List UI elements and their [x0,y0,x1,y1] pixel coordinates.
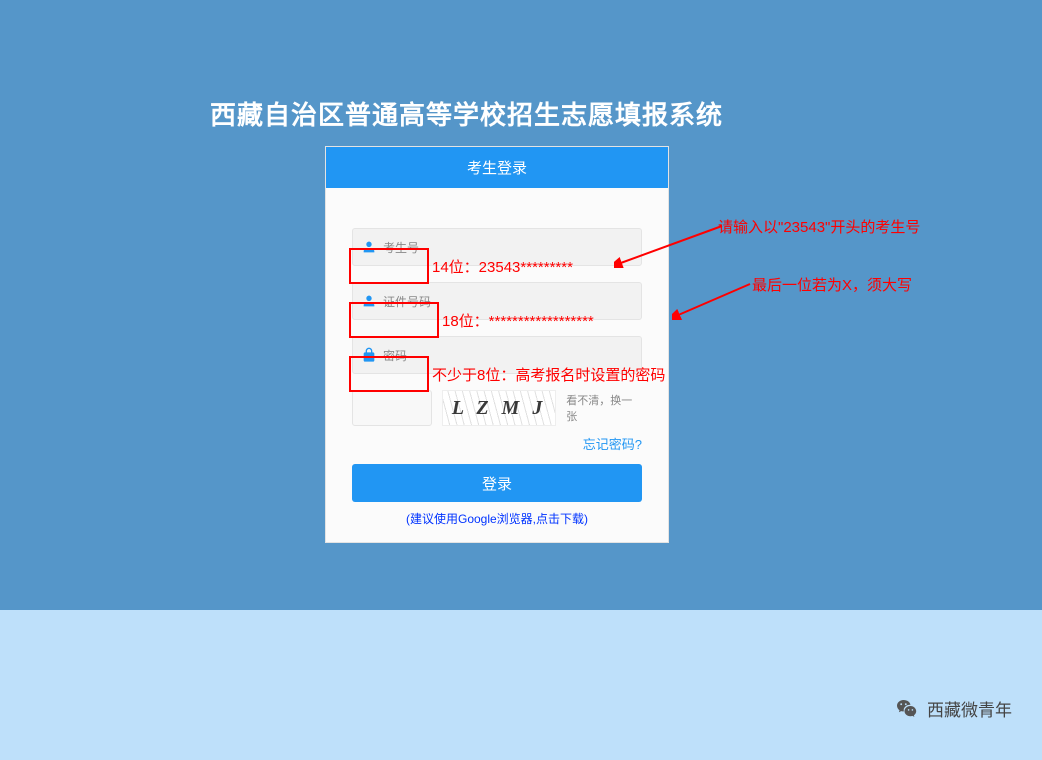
login-box: 考生登录 考生号 证件号码 密码 [325,146,669,543]
login-header: 考生登录 [326,147,668,188]
password-label: 密码 [383,347,407,364]
arrow-to-tip2 [672,280,752,320]
captcha-input[interactable] [352,390,432,426]
wechat-icon [895,697,919,721]
person-icon [361,239,377,255]
annotation-tip1: 请输入以"23543"开头的考生号 [718,216,920,237]
person-icon [361,293,377,309]
password-input[interactable] [407,348,633,363]
annotation-id18: 18位：****************** [442,310,594,331]
annotation-exam14: 14位：23543********* [432,256,573,277]
lock-icon [361,347,377,363]
page-title: 西藏自治区普通高等学校招生志愿填报系统 [210,95,723,132]
captcha-row: L Z M J 看不清，换一张 [352,390,642,426]
browser-hint: (建议使用Google浏览器,点击下载) [352,510,642,528]
forgot-row: 忘记密码? [352,434,642,454]
examinee-input[interactable] [419,240,633,255]
main-panel: 西藏自治区普通高等学校招生志愿填报系统 考生登录 考生号 证件号码 [0,0,1042,610]
captcha-image[interactable]: L Z M J [442,390,556,426]
captcha-refresh-link[interactable]: 看不清，换一张 [566,392,642,424]
wechat-tag: 西藏微青年 [895,696,1012,721]
forgot-password-link[interactable]: 忘记密码? [583,437,642,452]
examinee-label: 考生号 [383,239,419,256]
login-button[interactable]: 登录 [352,464,642,502]
annotation-pwd8: 不少于8位：高考报名时设置的密码 [432,364,665,385]
id-label: 证件号码 [383,293,431,310]
bottom-panel: 西藏微青年 [0,610,1042,760]
annotation-tip2: 最后一位若为X，须大写 [752,274,912,295]
browser-download-link[interactable]: (建议使用Google浏览器,点击下载) [406,512,588,526]
wechat-label: 西藏微青年 [927,696,1012,721]
id-input[interactable] [431,294,633,309]
